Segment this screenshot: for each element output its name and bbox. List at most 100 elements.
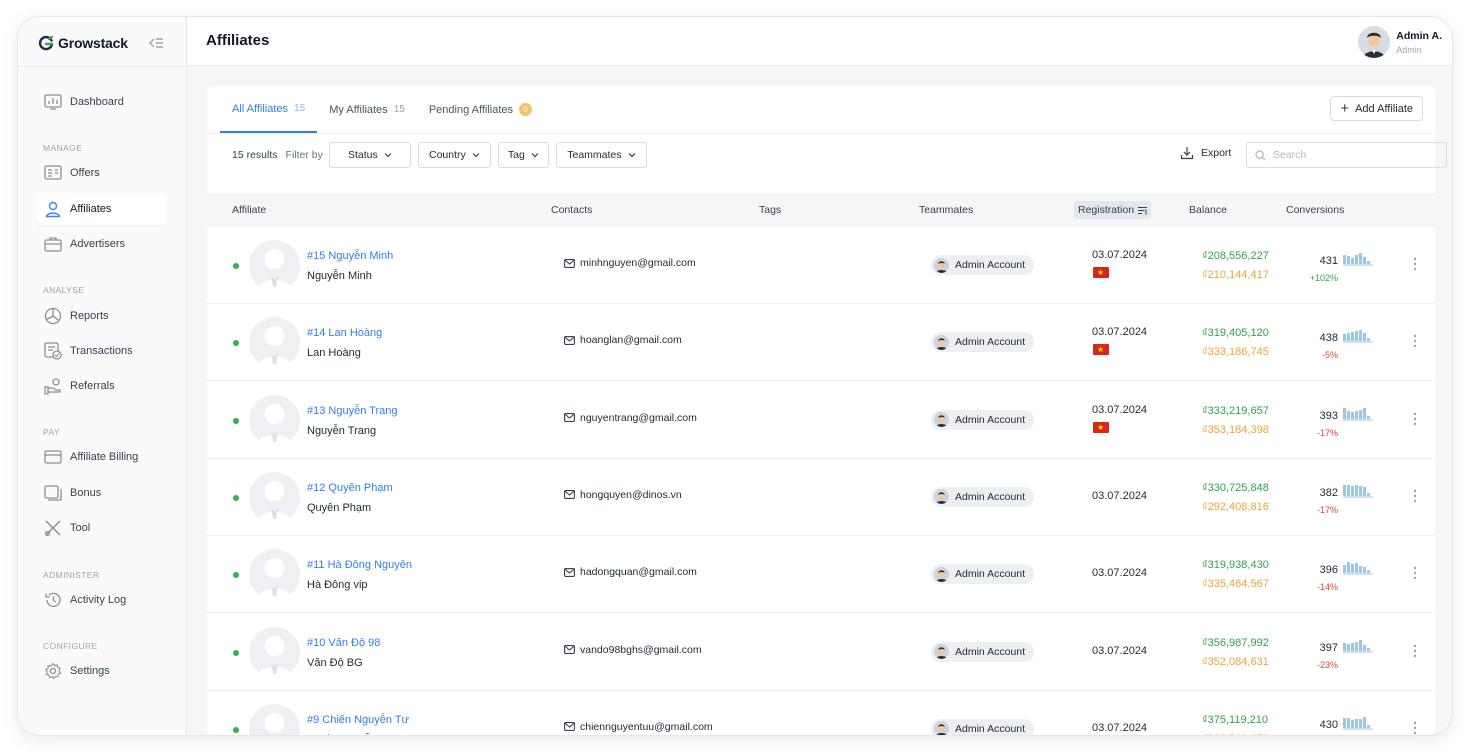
nav-dashboard[interactable]: Dashboard	[36, 86, 167, 118]
download-icon	[1180, 147, 1194, 160]
vietnam-flag-icon: ★	[1093, 344, 1109, 356]
table-row[interactable]: #14 Lan Hoàng Lan Hoàng hoanglan@gmail.com…	[207, 304, 1435, 382]
more-actions-icon[interactable]	[1411, 256, 1419, 272]
sparkline-bar	[1363, 644, 1366, 651]
nav-affiliate-billing[interactable]: Affiliate Billing	[36, 441, 167, 473]
sparkline-bar	[1351, 642, 1354, 651]
teammate-avatar	[934, 721, 949, 735]
teammates-filter[interactable]: Teammates	[555, 142, 647, 168]
tag-filter[interactable]: Tag	[497, 142, 549, 168]
nav-reports[interactable]: Reports	[36, 300, 167, 332]
teammate-chip[interactable]: Admin Account	[931, 718, 1035, 735]
mail-icon	[564, 722, 575, 732]
affiliate-link[interactable]: #9 Chiến Nguyễn Tư	[307, 714, 409, 726]
registration-date: 03.07.2024	[1092, 489, 1148, 502]
sparkline-bar	[1363, 567, 1366, 574]
export-button[interactable]: Export	[1180, 146, 1231, 160]
nav-activity-log[interactable]: Activity Log	[36, 584, 167, 616]
teammate-chip[interactable]: Admin Account	[931, 564, 1035, 585]
nav-transactions[interactable]: Transactions	[36, 335, 167, 367]
add-affiliate-button[interactable]: + Add Affiliate	[1330, 96, 1423, 121]
status-filter[interactable]: Status	[328, 142, 411, 168]
table-row[interactable]: #13 Nguyễn Trang Nguyễn Trang nguyentrang@…	[207, 382, 1435, 459]
sparkline-bar	[1363, 407, 1366, 419]
status-filter-label: Status	[347, 149, 378, 161]
online-status-dot	[233, 494, 239, 501]
tab-all-affiliates[interactable]: All Affiliates 15	[220, 86, 318, 133]
column-contacts[interactable]: Contacts	[551, 204, 592, 216]
nav-tool[interactable]: Tool	[36, 512, 167, 544]
affiliate-link[interactable]: #10 Văn Độ 98	[307, 637, 380, 649]
country-filter[interactable]: Country	[417, 142, 491, 168]
contact-email[interactable]: nguyentrang@gmail.com	[564, 412, 697, 424]
column-balance[interactable]: Balance	[1189, 204, 1227, 216]
table-row[interactable]: #12 Quyên Phạm Quyên Phạm hongquyen@dinos.…	[207, 459, 1435, 536]
country-filter-label: Country	[428, 149, 466, 161]
online-status-dot	[233, 572, 239, 579]
nav-affiliates[interactable]: Affiliates	[36, 193, 167, 225]
affiliate-name: Văn Độ BG	[307, 656, 363, 669]
dashboard-icon	[44, 93, 62, 111]
contact-email[interactable]: vando98bghs@gmail.com	[564, 644, 702, 656]
column-tags[interactable]: Tags	[759, 204, 781, 216]
more-actions-icon[interactable]	[1411, 643, 1419, 659]
brand[interactable]: Growstack	[38, 33, 128, 53]
chevron-down-icon	[384, 153, 392, 158]
table-row[interactable]: #10 Văn Độ 98 Văn Độ BG vando98bghs@gmail.…	[207, 614, 1435, 691]
more-actions-icon[interactable]	[1411, 720, 1419, 735]
affiliates-card: All Affiliates 15 My Affiliates 15 Pendi…	[207, 86, 1447, 735]
teammate-avatar	[934, 644, 949, 659]
balance-pending: ₫352,084,631	[1202, 655, 1269, 668]
affiliate-link[interactable]: #15 Nguyễn Minh	[307, 250, 393, 262]
more-actions-icon[interactable]	[1411, 565, 1419, 581]
affiliate-link[interactable]: #14 Lan Hoàng	[307, 327, 382, 339]
more-actions-icon[interactable]	[1411, 411, 1419, 427]
tab-my-affiliates[interactable]: My Affiliates 15	[317, 86, 417, 133]
affiliate-link[interactable]: #13 Nguyễn Trang	[307, 405, 398, 417]
teammate-chip[interactable]: Admin Account	[931, 486, 1035, 507]
column-registration[interactable]: Registration	[1074, 201, 1152, 219]
affiliate-avatar	[249, 317, 300, 369]
column-affiliate[interactable]: Affiliate	[232, 204, 266, 216]
affiliate-name: Chiến Nguyễn	[307, 734, 377, 735]
sparkline-bar	[1343, 717, 1346, 728]
search-box[interactable]	[1246, 142, 1447, 168]
teammate-chip[interactable]: Admin Account	[931, 332, 1035, 353]
nav-referrals[interactable]: Referrals	[36, 370, 167, 402]
column-teammates[interactable]: Teammates	[919, 204, 973, 216]
nav-advertisers[interactable]: Advertisers	[36, 228, 167, 260]
sparkline-baseline	[1343, 264, 1373, 266]
balance-pending: ₫335,464,567	[1202, 578, 1269, 591]
contact-email[interactable]: hongquyen@dinos.vn	[564, 489, 682, 501]
sparkline-bar	[1351, 564, 1354, 574]
teammate-chip[interactable]: Admin Account	[931, 641, 1035, 662]
contact-email[interactable]: hoanglan@gmail.com	[564, 334, 682, 346]
contact-email[interactable]: minhnguyen@gmail.com	[564, 257, 696, 269]
search-input[interactable]	[1273, 149, 1433, 161]
tab-pending-affiliates[interactable]: Pending Affiliates 0	[417, 86, 544, 133]
contact-email[interactable]: chiennguyentuu@gmail.com	[564, 721, 713, 733]
chevron-down-icon	[628, 153, 635, 158]
teammate-chip[interactable]: Admin Account	[931, 409, 1035, 430]
nav-label: Tool	[70, 522, 91, 534]
more-actions-icon[interactable]	[1411, 333, 1419, 349]
teammate-chip[interactable]: Admin Account	[931, 255, 1035, 275]
collapse-sidebar-icon[interactable]	[147, 34, 165, 52]
nav-settings[interactable]: Settings	[36, 655, 167, 687]
column-conversions[interactable]: Conversions	[1286, 204, 1344, 216]
user-menu[interactable]: Admin A. Admin	[1358, 26, 1442, 58]
teammate-avatar	[934, 257, 949, 273]
table-row[interactable]: #11 Hà Đông Nguyên Hà Đông vip hadongquan@…	[207, 536, 1435, 614]
more-actions-icon[interactable]	[1411, 488, 1419, 504]
affiliate-link[interactable]: #12 Quyên Phạm	[307, 482, 393, 494]
affiliate-link[interactable]: #11 Hà Đông Nguyên	[307, 559, 412, 571]
teammate-avatar	[934, 489, 949, 505]
nav-bonus[interactable]: Bonus	[36, 477, 167, 509]
registration-date: 03.07.2024	[1092, 644, 1148, 657]
nav-offers[interactable]: Offers	[36, 157, 167, 189]
sparkline-bar	[1347, 484, 1350, 496]
table-row[interactable]: #9 Chiến Nguyễn Tư Chiến Nguyễn chiennguye…	[207, 691, 1435, 735]
table-row[interactable]: #15 Nguyễn Minh Nguyễn Minh minhnguyen@gma…	[207, 227, 1435, 304]
sparkline-bar	[1343, 334, 1346, 342]
contact-email[interactable]: hadongquan@gmail.com	[564, 566, 697, 578]
